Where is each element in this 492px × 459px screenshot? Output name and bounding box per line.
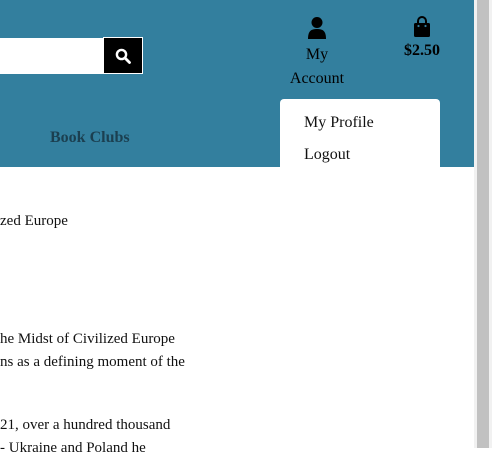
search-input[interactable] [0, 38, 103, 74]
account-dropdown-menu: My Profile Logout [280, 99, 440, 167]
content-line: 21, over a hundred thousand [0, 417, 171, 433]
shopping-bag-icon [414, 16, 430, 37]
search-icon [115, 48, 131, 64]
content-line: ns as a defining moment of the [0, 354, 185, 370]
account-label-line2: Account [289, 70, 345, 87]
scrollbar-thumb[interactable] [477, 0, 489, 448]
user-icon [308, 17, 326, 39]
content-line: - Ukraine and Poland he [0, 440, 146, 456]
content-line: zed Europe [0, 213, 68, 229]
menu-item-my-profile[interactable]: My Profile [304, 114, 374, 132]
vertical-scrollbar[interactable] [474, 0, 492, 448]
content-line: he Midst of Civilized Europe [0, 331, 175, 347]
account-label-line1: My [305, 46, 329, 63]
my-account-link[interactable]: My Account [286, 14, 348, 91]
cart-link[interactable]: $2.50 [398, 14, 446, 60]
cart-total: $2.50 [404, 42, 440, 59]
main-content: zed Europe he Midst of Civilized Europe … [0, 167, 474, 456]
nav-item-book-clubs[interactable]: Book Clubs [50, 129, 130, 147]
search-button[interactable] [103, 37, 143, 74]
site-header: My Account $2.50 Book Clubs My Profile L… [0, 0, 474, 167]
menu-item-logout[interactable]: Logout [304, 146, 350, 164]
